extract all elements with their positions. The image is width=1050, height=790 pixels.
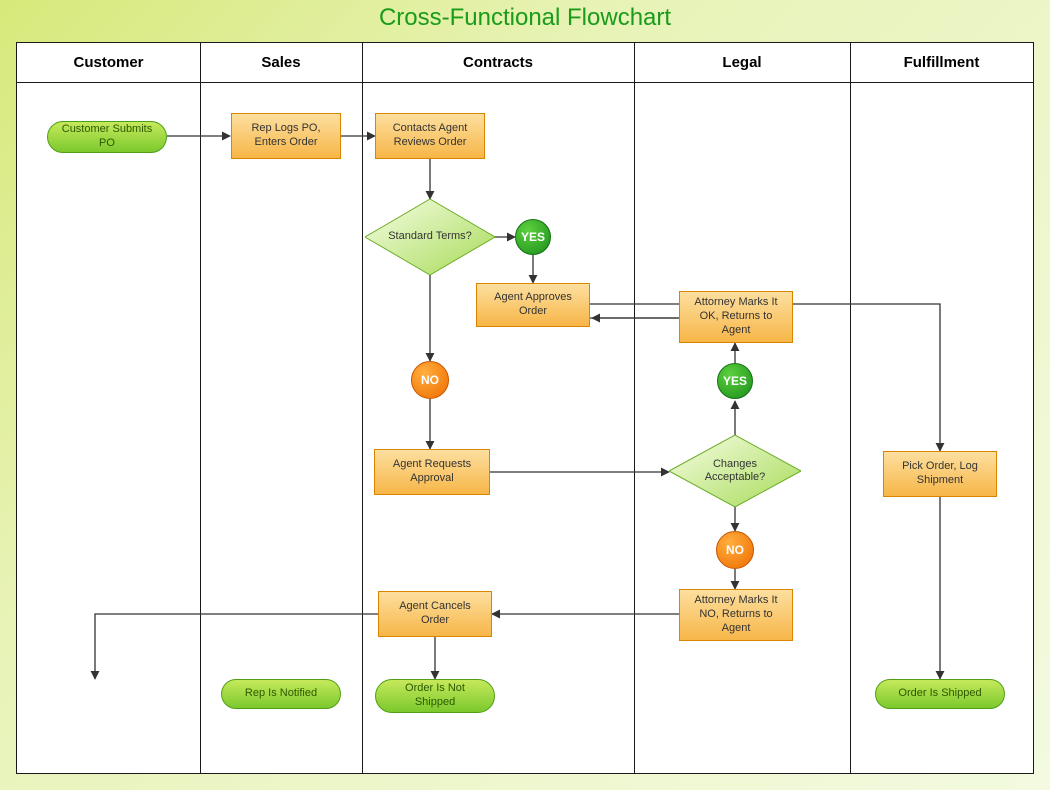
node-pick-order: Pick Order, Log Shipment [883,451,997,497]
connector-yes-1: YES [515,219,551,255]
connector-no-1: NO [411,361,449,399]
lane-legal: Legal [634,43,850,83]
node-changes-acceptable: Changes Acceptable? [669,435,801,507]
node-customer-submits: Customer Submits PO [47,121,167,153]
node-standard-terms: Standard Terms? [365,199,495,275]
node-order-not-shipped: Order Is Not Shipped [375,679,495,713]
node-agent-approves: Agent Approves Order [476,283,590,327]
node-agent-cancels: Agent Cancels Order [378,591,492,637]
node-order-shipped: Order Is Shipped [875,679,1005,709]
lane-fulfillment: Fulfillment [850,43,1033,83]
node-standard-terms-label: Standard Terms? [365,199,495,275]
node-contacts-agent: Contacts Agent Reviews Order [375,113,485,159]
connector-yes-2: YES [717,363,753,399]
node-rep-logs: Rep Logs PO, Enters Order [231,113,341,159]
node-attorney-ok: Attorney Marks It OK, Returns to Agent [679,291,793,343]
node-attorney-no: Attorney Marks It NO, Returns to Agent [679,589,793,641]
node-rep-notified: Rep Is Notified [221,679,341,709]
lane-customer: Customer [17,43,200,83]
lane-contracts: Contracts [362,43,634,83]
node-changes-acceptable-label: Changes Acceptable? [669,435,801,507]
node-agent-requests: Agent Requests Approval [374,449,490,495]
connector-no-2: NO [716,531,754,569]
swimlane-canvas: Customer Sales Contracts Legal Fulfillme… [16,42,1034,774]
edges-layer [17,43,1033,773]
diagram-title: Cross-Functional Flowchart [0,4,1050,32]
lane-sales: Sales [200,43,362,83]
